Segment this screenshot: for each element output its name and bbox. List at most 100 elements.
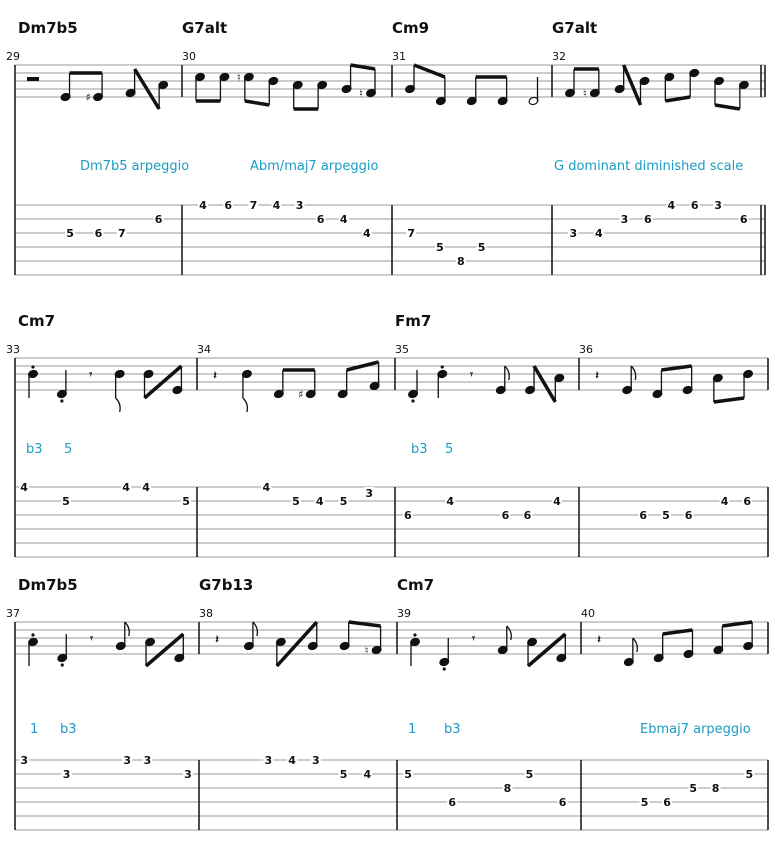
note-flag bbox=[124, 621, 130, 637]
tab-fret-number: 8 bbox=[457, 255, 465, 268]
tab-fret-number: 7 bbox=[407, 227, 415, 240]
natural-accidental: ♮ bbox=[365, 644, 369, 657]
analysis-annotation: 5 bbox=[445, 442, 453, 457]
tab-fret-number: 4 bbox=[316, 495, 324, 508]
tab-fret-number: 6 bbox=[155, 213, 163, 226]
tab-fret-number: 5 bbox=[689, 782, 697, 795]
chord-symbol: Fm7 bbox=[395, 312, 431, 330]
note-beam bbox=[662, 628, 693, 636]
natural-accidental: ♮ bbox=[237, 71, 241, 84]
quarter-rest: 𝄽 bbox=[595, 369, 599, 382]
tab-fret-number: 5 bbox=[66, 227, 74, 240]
natural-accidental: ♮ bbox=[583, 87, 587, 100]
note-flag bbox=[504, 365, 510, 381]
analysis-annotation: b3 bbox=[60, 722, 77, 737]
tab-fret-number: 4 bbox=[262, 481, 270, 494]
chord-symbol: Dm7b5 bbox=[18, 19, 78, 37]
staccato-dot bbox=[411, 399, 415, 403]
note-beam bbox=[348, 620, 381, 628]
note-beam bbox=[665, 95, 691, 103]
eighth-rest: 𝄾 bbox=[469, 368, 473, 381]
tab-fret-number: 5 bbox=[745, 768, 753, 781]
chord-symbol: Cm7 bbox=[397, 576, 434, 594]
analysis-annotation: b3 bbox=[411, 442, 428, 457]
measure-number: 37 bbox=[6, 607, 20, 620]
tab-fret-number: 3 bbox=[184, 768, 192, 781]
tab-fret-number: 3 bbox=[714, 199, 722, 212]
tab-fret-number: 3 bbox=[621, 213, 629, 226]
tab-fret-number: 6 bbox=[404, 509, 412, 522]
tab-fret-number: 6 bbox=[639, 509, 647, 522]
tab-fret-number: 3 bbox=[296, 199, 304, 212]
chord-symbol: Cm9 bbox=[392, 19, 429, 37]
measure-number: 32 bbox=[552, 50, 566, 63]
tab-fret-number: 4 bbox=[142, 481, 150, 494]
quarter-rest: 𝄽 bbox=[597, 633, 601, 646]
analysis-annotation: b3 bbox=[26, 442, 43, 457]
analysis-annotation: Ebmaj7 arpeggio bbox=[640, 722, 751, 737]
chord-symbol: G7b13 bbox=[199, 576, 253, 594]
tab-fret-number: 5 bbox=[340, 495, 348, 508]
note-beam bbox=[714, 103, 741, 111]
analysis-annotation: Dm7b5 arpeggio bbox=[80, 159, 189, 174]
tab-fret-number: 4 bbox=[446, 495, 454, 508]
tab-fret-number: 5 bbox=[404, 768, 412, 781]
tab-fret-number: 4 bbox=[273, 199, 281, 212]
tab-fret-number: 5 bbox=[62, 495, 70, 508]
note-flag bbox=[242, 397, 249, 413]
chord-symbol: G7alt bbox=[552, 19, 597, 37]
tab-fret-number: 5 bbox=[641, 796, 649, 809]
tab-fret-number: 6 bbox=[559, 796, 567, 809]
note-flag bbox=[630, 365, 637, 381]
note-beam bbox=[413, 63, 446, 79]
measure-number: 39 bbox=[397, 607, 411, 620]
tab-fret-number: 5 bbox=[478, 241, 486, 254]
chord-symbol: G7alt bbox=[182, 19, 227, 37]
analysis-annotation: 5 bbox=[64, 442, 72, 457]
tab-fret-number: 8 bbox=[712, 782, 720, 795]
tab-fret-number: 6 bbox=[317, 213, 325, 226]
tab-fret-number: 3 bbox=[123, 754, 131, 767]
tab-fret-number: 6 bbox=[691, 199, 699, 212]
note-flag bbox=[115, 397, 121, 413]
note-beam bbox=[713, 396, 745, 404]
sharp-accidental: ♯ bbox=[85, 91, 90, 104]
tab-fret-number: 6 bbox=[740, 213, 748, 226]
quarter-rest: 𝄽 bbox=[213, 369, 217, 382]
staccato-dot bbox=[60, 663, 64, 667]
staccato-dot bbox=[442, 667, 446, 671]
tab-fret-number: 3 bbox=[312, 754, 320, 767]
tab-fret-number: 6 bbox=[743, 495, 751, 508]
system-3: 37Dm7b5𝄾333 3338G7b13𝄽♮3 4 35 439Cm7𝄾5685640… bbox=[6, 576, 769, 831]
quarter-rest: 𝄽 bbox=[215, 633, 219, 646]
tab-fret-number: 4 bbox=[595, 227, 603, 240]
chord-symbol: Cm7 bbox=[18, 312, 55, 330]
tab-fret-number: 3 bbox=[264, 754, 272, 767]
tab-fret-number: 4 bbox=[340, 213, 348, 226]
system-1: 29Dm7b5♯5 6 7630G7alt♮♮4 6 7 4 36 4431Cm9758532… bbox=[6, 19, 766, 276]
tab-fret-number: 4 bbox=[721, 495, 729, 508]
tab-fret-number: 8 bbox=[504, 782, 512, 795]
natural-accidental: ♮ bbox=[359, 87, 363, 100]
note-beam bbox=[350, 63, 376, 71]
tab-fret-number: 6 bbox=[224, 199, 232, 212]
eighth-rest: 𝄾 bbox=[89, 632, 93, 645]
measure-number: 40 bbox=[581, 607, 595, 620]
tab-fret-number: 4 bbox=[199, 199, 207, 212]
tab-fret-number: 3 bbox=[365, 487, 373, 500]
measure-number: 31 bbox=[392, 50, 406, 63]
tab-fret-number: 3 bbox=[20, 754, 28, 767]
tab-fret-number: 4 bbox=[122, 481, 130, 494]
tab-fret-number: 3 bbox=[569, 227, 577, 240]
tab-fret-number: 6 bbox=[448, 796, 456, 809]
tab-fret-number: 5 bbox=[526, 768, 534, 781]
tab-fret-number: 4 bbox=[363, 227, 371, 240]
note-beam bbox=[622, 64, 643, 106]
note-beam bbox=[532, 365, 557, 403]
staccato-dot bbox=[440, 365, 444, 369]
music-score: 29Dm7b5♯5 6 7630G7alt♮♮4 6 7 4 36 4431Cm9758532… bbox=[6, 19, 769, 831]
tab-fret-number: 6 bbox=[663, 796, 671, 809]
analysis-annotation: Abm/maj7 arpeggio bbox=[250, 159, 379, 174]
measure-number: 38 bbox=[199, 607, 213, 620]
staccato-dot bbox=[60, 399, 64, 403]
